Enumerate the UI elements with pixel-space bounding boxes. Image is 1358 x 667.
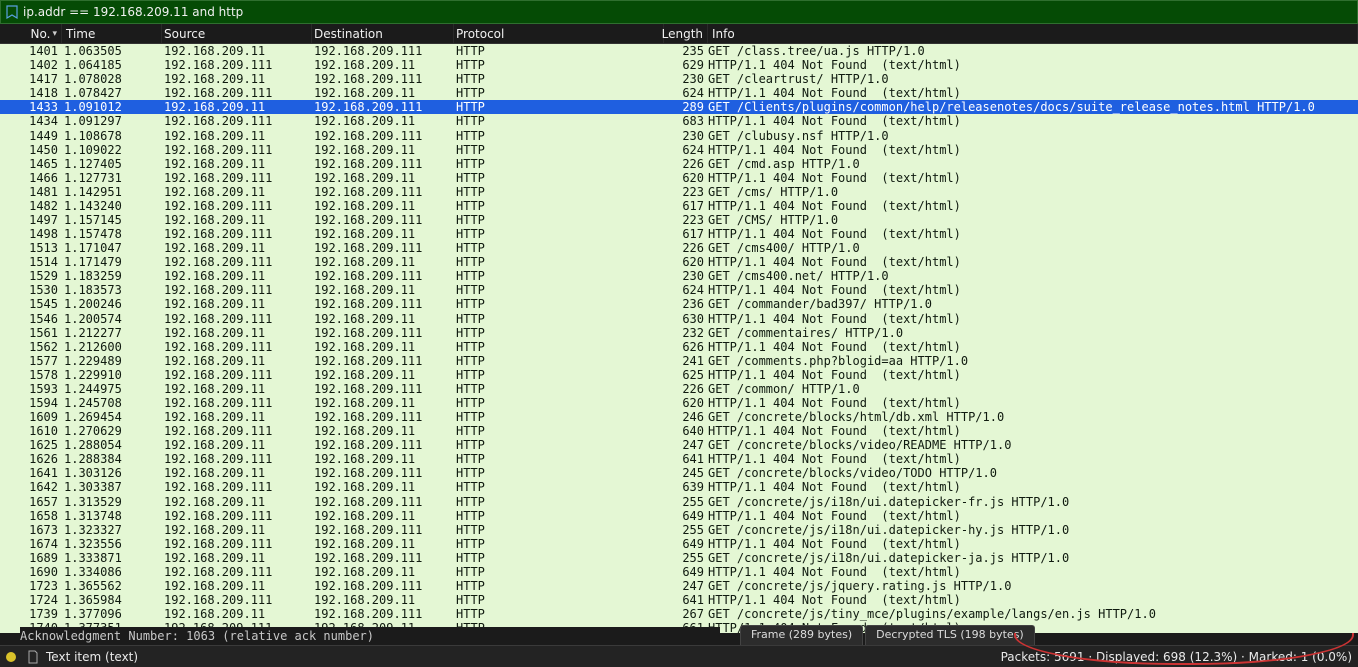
tab-decrypted-tls[interactable]: Decrypted TLS (198 bytes) (865, 625, 1035, 645)
packet-row[interactable]: 16101.270629192.168.209.111192.168.209.1… (0, 424, 1358, 438)
packet-row[interactable]: 15301.183573192.168.209.111192.168.209.1… (0, 283, 1358, 297)
packet-row[interactable]: 16251.288054192.168.209.11192.168.209.11… (0, 438, 1358, 452)
packet-row[interactable]: 17241.365984192.168.209.111192.168.209.1… (0, 593, 1358, 607)
packet-row[interactable]: 15451.200246192.168.209.11192.168.209.11… (0, 297, 1358, 311)
packet-row[interactable]: 14821.143240192.168.209.111192.168.209.1… (0, 199, 1358, 213)
packet-row[interactable]: 16901.334086192.168.209.111192.168.209.1… (0, 565, 1358, 579)
packet-row[interactable]: 17391.377096192.168.209.11192.168.209.11… (0, 607, 1358, 621)
expert-info-icon[interactable] (6, 652, 16, 662)
packet-row[interactable]: 16411.303126192.168.209.11192.168.209.11… (0, 466, 1358, 480)
packet-row[interactable]: 16741.323556192.168.209.111192.168.209.1… (0, 537, 1358, 551)
packet-detail-line: Acknowledgment Number: 1063 (relative ac… (20, 627, 720, 645)
packet-row[interactable]: 16261.288384192.168.209.111192.168.209.1… (0, 452, 1358, 466)
packet-row[interactable]: 16421.303387192.168.209.111192.168.209.1… (0, 480, 1358, 494)
packet-row[interactable]: 15771.229489192.168.209.11192.168.209.11… (0, 354, 1358, 368)
display-filter-input[interactable] (23, 5, 1353, 19)
packet-list-header[interactable]: No.▾ Time Source Destination Protocol Le… (0, 24, 1358, 44)
packet-row[interactable]: 15611.212277192.168.209.11192.168.209.11… (0, 326, 1358, 340)
packet-row[interactable]: 14181.078427192.168.209.111192.168.209.1… (0, 86, 1358, 100)
column-header-info[interactable]: Info (708, 24, 1358, 43)
column-header-protocol[interactable]: Protocol (454, 24, 664, 43)
sort-arrow-icon: ▾ (52, 29, 57, 39)
column-header-time[interactable]: Time (62, 24, 162, 43)
packet-row[interactable]: 14661.127731192.168.209.111192.168.209.1… (0, 171, 1358, 185)
packet-row[interactable]: 14981.157478192.168.209.111192.168.209.1… (0, 227, 1358, 241)
packet-row[interactable]: 14971.157145192.168.209.11192.168.209.11… (0, 213, 1358, 227)
packet-row[interactable]: 14811.142951192.168.209.11192.168.209.11… (0, 185, 1358, 199)
tab-frame[interactable]: Frame (289 bytes) (740, 625, 863, 645)
packet-list[interactable]: 14011.063505192.168.209.11192.168.209.11… (0, 44, 1358, 633)
packet-row[interactable]: 14501.109022192.168.209.111192.168.209.1… (0, 143, 1358, 157)
packet-row[interactable]: 16571.313529192.168.209.11192.168.209.11… (0, 495, 1358, 509)
packet-row[interactable]: 14021.064185192.168.209.111192.168.209.1… (0, 58, 1358, 72)
status-bar: Text item (text) Packets: 5691 · Display… (0, 645, 1358, 667)
packet-row[interactable]: 15941.245708192.168.209.111192.168.209.1… (0, 396, 1358, 410)
status-left-text: Text item (text) (46, 650, 138, 664)
status-packet-counts: Packets: 5691 · Displayed: 698 (12.3%) ·… (1001, 650, 1352, 664)
bookmark-icon (5, 5, 19, 19)
packet-row[interactable]: 17231.365562192.168.209.11192.168.209.11… (0, 579, 1358, 593)
packet-row[interactable]: 14341.091297192.168.209.111192.168.209.1… (0, 114, 1358, 128)
column-header-no[interactable]: No.▾ (0, 24, 62, 43)
column-header-length[interactable]: Length (664, 24, 708, 43)
packet-row[interactable]: 14171.078028192.168.209.11192.168.209.11… (0, 72, 1358, 86)
column-header-destination[interactable]: Destination (312, 24, 454, 43)
packet-row[interactable]: 16581.313748192.168.209.111192.168.209.1… (0, 509, 1358, 523)
packet-row[interactable]: 16891.333871192.168.209.11192.168.209.11… (0, 551, 1358, 565)
packet-row[interactable]: 14011.063505192.168.209.11192.168.209.11… (0, 44, 1358, 58)
packet-row[interactable]: 16091.269454192.168.209.11192.168.209.11… (0, 410, 1358, 424)
packet-row[interactable]: 15141.171479192.168.209.111192.168.209.1… (0, 255, 1358, 269)
byte-view-tabs: Frame (289 bytes) Decrypted TLS (198 byt… (740, 625, 1035, 645)
packet-row[interactable]: 16731.323327192.168.209.11192.168.209.11… (0, 523, 1358, 537)
packet-row[interactable]: 15131.171047192.168.209.11192.168.209.11… (0, 241, 1358, 255)
packet-row[interactable]: 14651.127405192.168.209.11192.168.209.11… (0, 157, 1358, 171)
packet-row[interactable]: 15781.229910192.168.209.111192.168.209.1… (0, 368, 1358, 382)
display-filter-bar[interactable] (0, 0, 1358, 24)
packet-row[interactable]: 14491.108678192.168.209.11192.168.209.11… (0, 128, 1358, 142)
packet-row[interactable]: 15461.200574192.168.209.111192.168.209.1… (0, 311, 1358, 325)
packet-row[interactable]: 14331.091012192.168.209.11192.168.209.11… (0, 100, 1358, 114)
packet-row[interactable]: 15621.212600192.168.209.111192.168.209.1… (0, 340, 1358, 354)
packet-row[interactable]: 15931.244975192.168.209.11192.168.209.11… (0, 382, 1358, 396)
document-icon (26, 650, 40, 664)
packet-row[interactable]: 15291.183259192.168.209.11192.168.209.11… (0, 269, 1358, 283)
column-header-source[interactable]: Source (162, 24, 312, 43)
